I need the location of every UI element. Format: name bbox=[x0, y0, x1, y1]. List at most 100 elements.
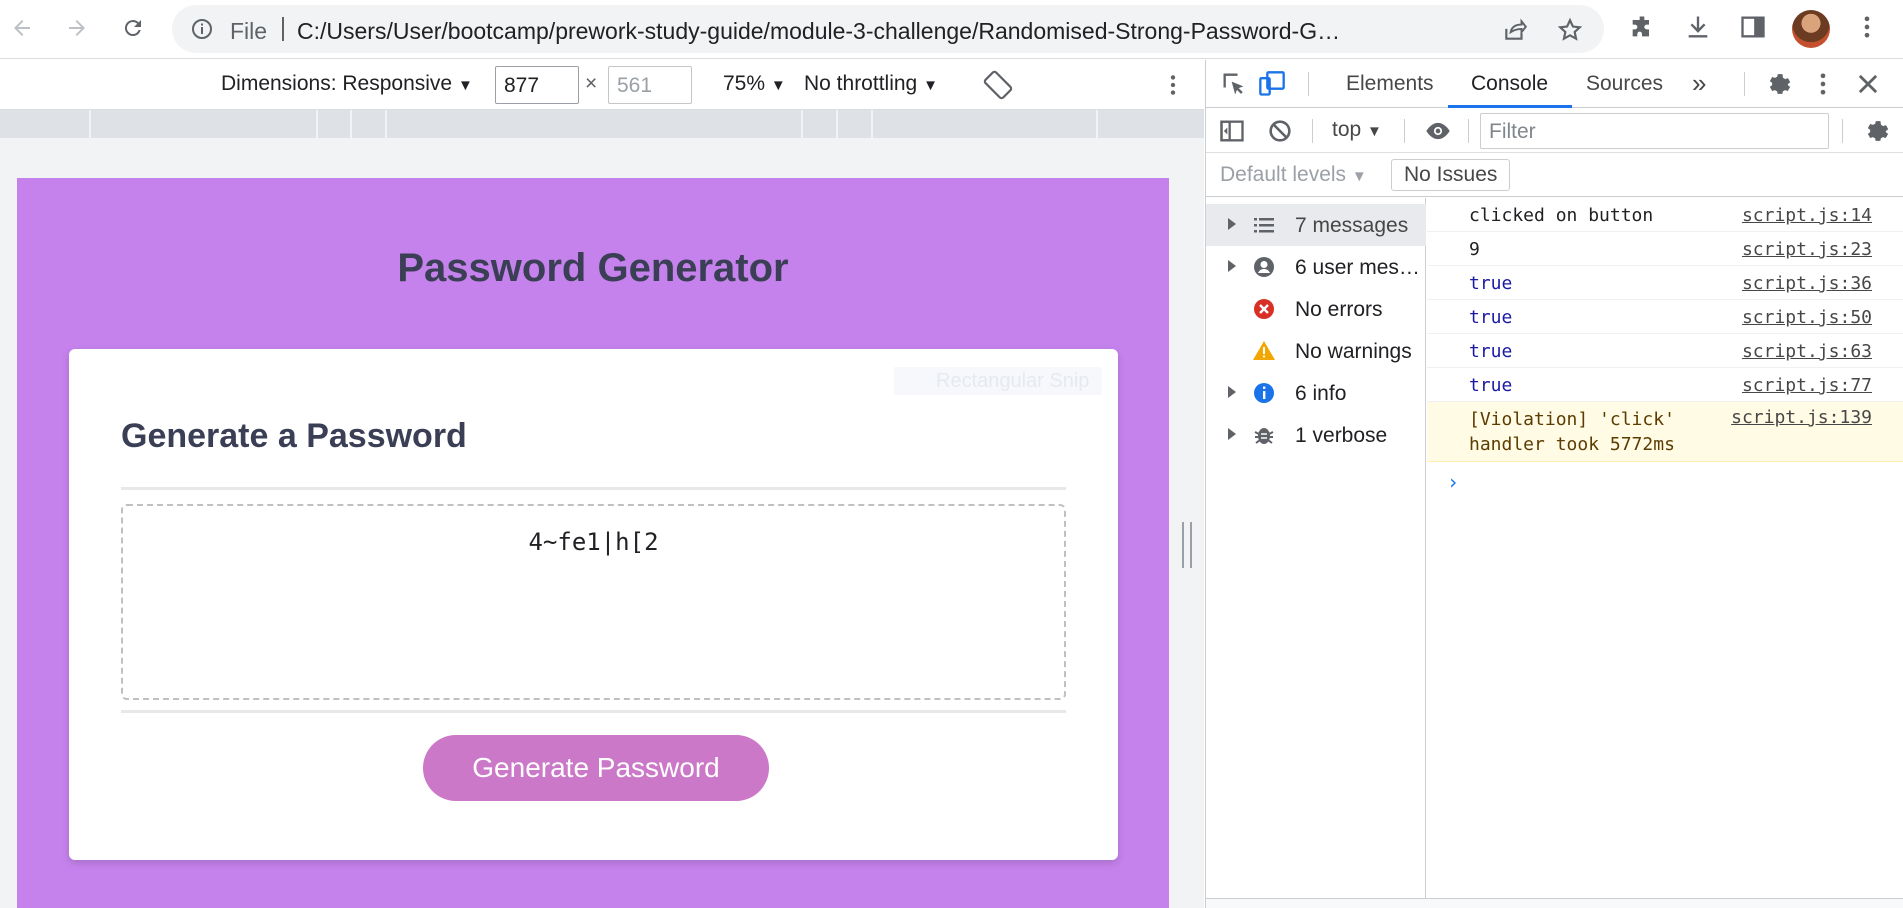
device-toolbar: Dimensions: Responsive ▼ 877 × 561 75% ▼… bbox=[0, 60, 1204, 110]
sidebar-item-errors[interactable]: No errors bbox=[1206, 288, 1426, 330]
sidebar-item-warnings[interactable]: No warnings bbox=[1206, 330, 1426, 372]
sidebar-item-label: No warnings bbox=[1295, 340, 1412, 363]
viewport-resize-handle[interactable] bbox=[1182, 522, 1192, 568]
sidebar-item-label: No errors bbox=[1295, 298, 1383, 321]
source-link[interactable]: script.js:63 bbox=[1742, 341, 1872, 362]
devtools-panel: Elements Console Sources » top ▼ Filter … bbox=[1205, 60, 1903, 908]
console-message-text: clicked on button bbox=[1469, 205, 1654, 226]
sidebar-item-label: 1 verbose bbox=[1295, 424, 1388, 447]
info-icon bbox=[1254, 383, 1274, 403]
caret-down-icon: ▼ bbox=[923, 77, 938, 94]
console-message-text: [Violation] 'click' handler took 5772ms bbox=[1469, 409, 1675, 455]
address-bar[interactable]: File C:/Users/User/bootcamp/prework-stud… bbox=[172, 5, 1604, 53]
levels-bar: Default levels ▼ No Issues bbox=[1206, 153, 1903, 197]
kebab-menu-icon[interactable] bbox=[1853, 13, 1881, 41]
default-levels-dropdown[interactable]: Default levels ▼ bbox=[1220, 163, 1367, 187]
sidebar-item-label: 6 user messages bbox=[1295, 256, 1423, 279]
source-link[interactable]: script.js:77 bbox=[1742, 375, 1872, 396]
settings-gear-icon[interactable] bbox=[1764, 70, 1792, 98]
eye-icon[interactable] bbox=[1424, 117, 1452, 145]
caret-down-icon: ▼ bbox=[770, 77, 786, 94]
clear-console-icon[interactable] bbox=[1266, 117, 1294, 145]
width-input[interactable]: 877 bbox=[495, 66, 579, 104]
zoom-dropdown[interactable]: 75% ▼ bbox=[723, 72, 786, 96]
snip-overlay: Rectangular Snip bbox=[894, 367, 1102, 395]
forward-button[interactable] bbox=[59, 10, 95, 46]
height-input[interactable]: 561 bbox=[608, 66, 692, 104]
star-icon[interactable] bbox=[1557, 17, 1583, 43]
toolbar-separator bbox=[1842, 119, 1843, 143]
ruler-segment bbox=[836, 110, 838, 138]
dimensions-dropdown[interactable]: Dimensions: Responsive ▼ bbox=[221, 72, 473, 96]
expand-arrow-icon bbox=[1228, 428, 1236, 440]
url-text[interactable]: C:/Users/User/bootcamp/prework-study-gui… bbox=[297, 18, 1352, 45]
more-options-icon[interactable] bbox=[1160, 72, 1186, 98]
context-selector[interactable]: top ▼ bbox=[1332, 118, 1382, 142]
generate-password-button[interactable]: Generate Password bbox=[423, 735, 769, 801]
console-settings-icon[interactable] bbox=[1862, 117, 1890, 145]
info-icon[interactable] bbox=[190, 17, 214, 41]
bug-icon bbox=[1254, 428, 1274, 444]
sidebar-item-info[interactable]: 6 info bbox=[1206, 372, 1426, 414]
extensions-icon[interactable] bbox=[1628, 13, 1656, 41]
rotate-icon[interactable] bbox=[983, 70, 1013, 100]
caret-down-icon: ▼ bbox=[1367, 123, 1382, 140]
console-message: true script.js:63 bbox=[1427, 334, 1903, 368]
device-toggle-icon[interactable] bbox=[1258, 70, 1286, 98]
share-icon[interactable] bbox=[1502, 17, 1528, 43]
console-message: true script.js:50 bbox=[1427, 300, 1903, 334]
source-link[interactable]: script.js:23 bbox=[1742, 239, 1872, 260]
console-message: clicked on button script.js:14 bbox=[1427, 198, 1903, 232]
toolbar-separator bbox=[1468, 119, 1469, 143]
source-link[interactable]: script.js:139 bbox=[1731, 407, 1872, 428]
ruler-segment bbox=[385, 110, 387, 138]
source-link[interactable]: script.js:14 bbox=[1742, 205, 1872, 226]
console-message-text: true bbox=[1469, 273, 1513, 294]
error-icon bbox=[1254, 299, 1274, 319]
console-violation-message: [Violation] 'click' handler took 5772ms … bbox=[1427, 402, 1903, 462]
issues-button[interactable]: No Issues bbox=[1391, 159, 1511, 191]
back-button[interactable] bbox=[4, 10, 40, 46]
console-message: true script.js:36 bbox=[1427, 266, 1903, 300]
password-text: 4~fe1|h[2 bbox=[528, 528, 659, 556]
source-link[interactable]: script.js:36 bbox=[1742, 273, 1872, 294]
tab-elements[interactable]: Elements bbox=[1346, 72, 1434, 96]
inspect-element-icon[interactable] bbox=[1220, 70, 1248, 98]
url-scheme: File bbox=[230, 18, 268, 44]
customize-menu-icon[interactable] bbox=[1809, 70, 1837, 98]
times-sign: × bbox=[585, 72, 598, 95]
close-icon[interactable] bbox=[1854, 70, 1882, 98]
sidebar-item-verbose[interactable]: 1 verbose bbox=[1206, 414, 1426, 456]
console-sidebar: 7 messages 6 user messages No errors No … bbox=[1206, 198, 1426, 908]
sidebar-item-label: 7 messages bbox=[1295, 214, 1409, 237]
side-panel-icon[interactable] bbox=[1739, 13, 1767, 41]
filter-input[interactable]: Filter bbox=[1480, 113, 1829, 149]
password-output[interactable]: 4~fe1|h[2 bbox=[121, 504, 1066, 700]
arrow-right-icon bbox=[69, 20, 85, 36]
ruler-segment bbox=[1096, 110, 1098, 138]
tab-console[interactable]: Console bbox=[1471, 72, 1548, 96]
console-prompt-icon[interactable]: › bbox=[1447, 470, 1459, 494]
devtools-tabbar: Elements Console Sources » bbox=[1206, 60, 1903, 108]
throttling-dropdown[interactable]: No throttling ▼ bbox=[804, 72, 938, 96]
password-card: Rectangular Snip Generate a Password 4~f… bbox=[69, 349, 1118, 860]
sidebar-toggle-icon[interactable] bbox=[1218, 117, 1246, 145]
toolbar-separator bbox=[1744, 72, 1745, 96]
profile-avatar[interactable] bbox=[1792, 10, 1830, 48]
toolbar-separator bbox=[1312, 119, 1313, 143]
ruler-segment bbox=[871, 110, 873, 138]
tab-sources[interactable]: Sources bbox=[1586, 72, 1663, 96]
sidebar-item-messages[interactable]: 7 messages bbox=[1206, 204, 1426, 246]
card-title: Generate a Password bbox=[121, 417, 467, 455]
reload-button[interactable] bbox=[115, 10, 151, 46]
more-tabs-button[interactable]: » bbox=[1692, 68, 1706, 99]
download-icon[interactable] bbox=[1684, 13, 1712, 41]
console-message: 9 script.js:23 bbox=[1427, 232, 1903, 266]
console-message-text: 9 bbox=[1469, 239, 1480, 260]
sidebar-item-user-messages[interactable]: 6 user messages bbox=[1206, 246, 1426, 288]
warning-icon bbox=[1253, 341, 1275, 360]
expand-arrow-icon bbox=[1228, 218, 1236, 230]
source-link[interactable]: script.js:50 bbox=[1742, 307, 1872, 328]
media-query-ruler[interactable] bbox=[0, 110, 1204, 138]
reload-icon bbox=[124, 20, 141, 37]
